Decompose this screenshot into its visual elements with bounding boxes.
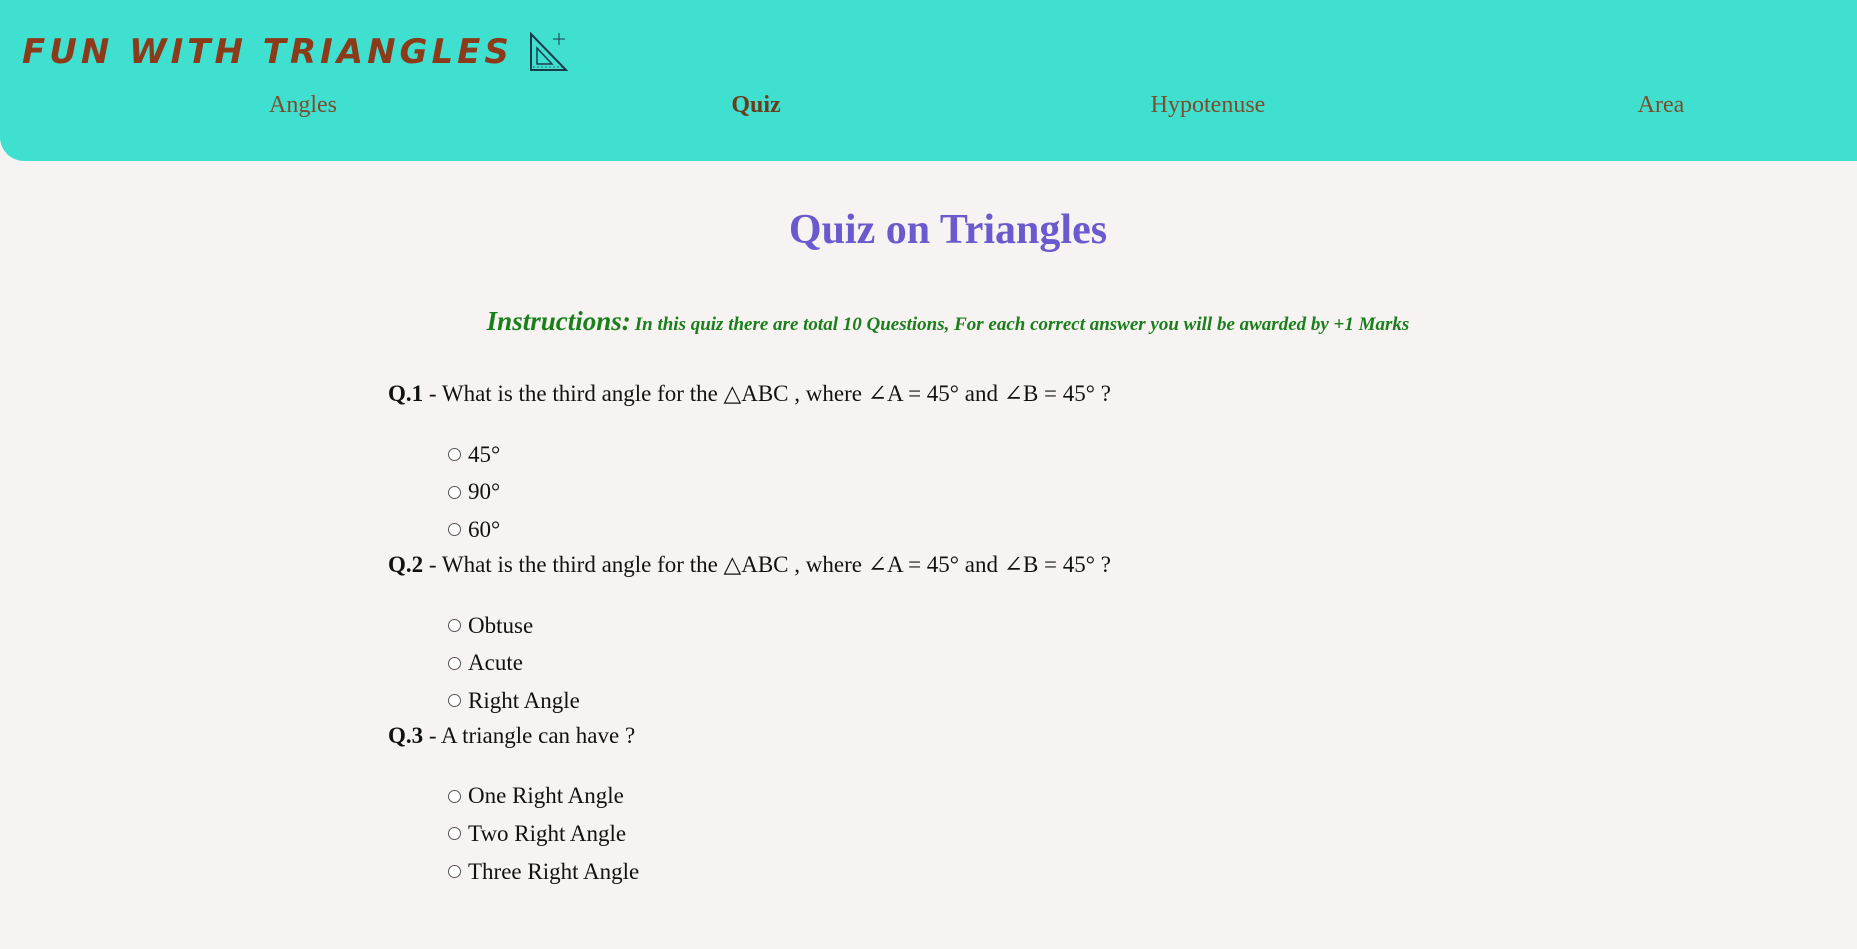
radio-button[interactable]	[448, 523, 461, 537]
radio-button[interactable]	[448, 827, 461, 841]
nav-quiz[interactable]: Quiz	[731, 92, 780, 119]
question-text: - A triangle can have ?	[423, 722, 636, 748]
option-label: Obtuse	[468, 612, 534, 638]
question-number: Q.1	[388, 381, 424, 406]
option-q3-c[interactable]: Three Right Angle	[448, 853, 1588, 891]
instructions: Instructions: In this quiz there are tot…	[0, 306, 1857, 337]
set-square-icon	[529, 31, 569, 71]
question-2: Q.2 - What is the third angle for the △A…	[388, 547, 1588, 595]
main-nav: Angles Quiz Hypotenuse Area	[0, 92, 1857, 128]
instructions-text: In this quiz there are total 10 Question…	[634, 314, 1410, 335]
question-number: Q.3	[388, 722, 424, 748]
radio-button[interactable]	[448, 694, 461, 708]
radio-button[interactable]	[448, 485, 461, 499]
option-label: One Right Angle	[468, 783, 624, 809]
brand-title: FUN WITH TRIANGLES	[22, 32, 513, 72]
quiz-list: Q.1 - What is the third angle for the △A…	[388, 376, 1588, 890]
option-label: Right Angle	[468, 687, 580, 713]
question-text: - What is the third angle for the △ABC ,…	[423, 551, 1111, 577]
question-block: Q.1 - What is the third angle for the △A…	[388, 376, 1588, 549]
question-number: Q.2	[388, 551, 424, 577]
option-q2-a[interactable]: Obtuse	[448, 607, 1588, 645]
page-title: Quiz on Triangles	[788, 207, 1108, 253]
options-group: Obtuse Acute Right Angle	[388, 607, 1588, 720]
option-q1-b[interactable]: 90°	[448, 474, 1588, 512]
option-q3-a[interactable]: One Right Angle	[448, 778, 1588, 816]
radio-button[interactable]	[448, 865, 461, 879]
question-block: Q.3 - A triangle can have ? One Right An…	[388, 718, 1588, 891]
brand[interactable]: FUN WITH TRIANGLES	[22, 22, 569, 82]
radio-button[interactable]	[448, 789, 461, 803]
nav-area[interactable]: Area	[1638, 92, 1685, 119]
nav-hypotenuse[interactable]: Hypotenuse	[1151, 92, 1266, 119]
option-label: 90°	[468, 479, 501, 505]
option-label: Acute	[468, 650, 523, 676]
nav-angles[interactable]: Angles	[269, 92, 337, 119]
question-block: Q.2 - What is the third angle for the △A…	[388, 547, 1588, 720]
option-q2-c[interactable]: Right Angle	[448, 682, 1588, 720]
option-label: Three Right Angle	[468, 858, 640, 884]
question-text: - What is the third angle for the △ABC ,…	[423, 381, 1111, 406]
option-q2-b[interactable]: Acute	[448, 644, 1588, 682]
question-1: Q.1 - What is the third angle for the △A…	[388, 376, 1588, 424]
option-q1-c[interactable]: 60°	[448, 511, 1588, 549]
option-label: 45°	[468, 441, 501, 467]
option-label: 60°	[468, 516, 501, 542]
instructions-label: Instructions:	[486, 306, 631, 336]
option-q1-a[interactable]: 45°	[448, 436, 1588, 474]
question-3: Q.3 - A triangle can have ?	[388, 718, 1588, 766]
radio-button[interactable]	[448, 619, 461, 633]
radio-button[interactable]	[448, 656, 461, 670]
site-header: FUN WITH TRIANGLES Angles Quiz Hypotenus…	[0, 0, 1857, 161]
options-group: 45° 90° 60°	[388, 436, 1588, 549]
radio-button[interactable]	[448, 448, 461, 462]
options-group: One Right Angle Two Right Angle Three Ri…	[388, 778, 1588, 891]
option-q3-b[interactable]: Two Right Angle	[448, 815, 1588, 853]
option-label: Two Right Angle	[468, 820, 627, 846]
